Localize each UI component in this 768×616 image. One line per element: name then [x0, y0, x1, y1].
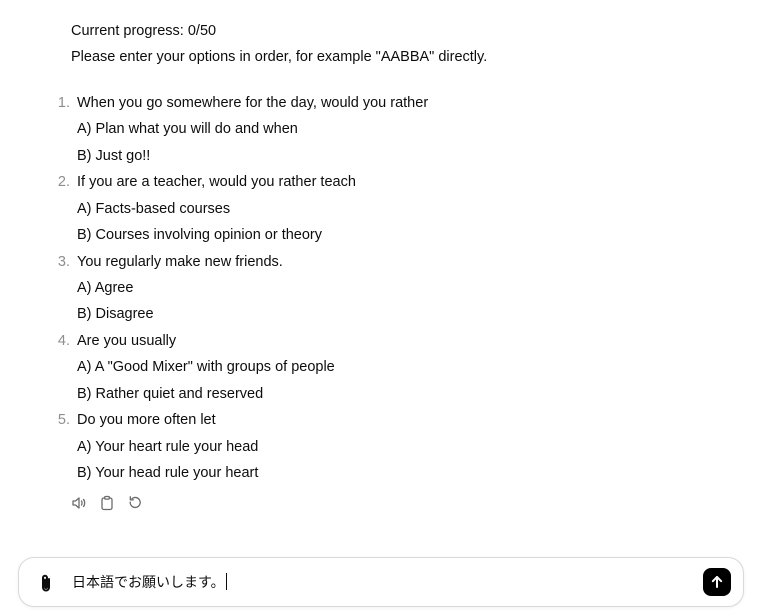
question-number: 5. [57, 412, 70, 428]
question-text: Are you usually [77, 333, 177, 349]
question-number: 1. [57, 95, 70, 111]
question-number: 4. [57, 333, 70, 349]
option-b: B) Courses involving opinion or theory [77, 227, 323, 243]
text-caret [225, 573, 227, 590]
question-text: You regularly make new friends. [77, 254, 283, 270]
option-a: A) Your heart rule your head [77, 439, 259, 455]
send-arrow-icon [711, 576, 723, 588]
message-input[interactable]: 日本語でお願いします。 [72, 573, 227, 593]
message-actions [70, 494, 144, 512]
regenerate-icon[interactable] [126, 494, 144, 512]
send-button[interactable] [703, 568, 731, 596]
option-b: B) Rather quiet and reserved [77, 386, 264, 402]
message-composer: 日本語でお願いします。 [18, 557, 744, 607]
progress-text: Current progress: 0/50 [71, 23, 217, 39]
question-number: 3. [57, 254, 70, 270]
option-a: A) A "Good Mixer" with groups of people [77, 359, 335, 375]
speaker-icon[interactable] [70, 494, 88, 512]
option-a: A) Agree [77, 280, 134, 296]
option-b: B) Disagree [77, 306, 154, 322]
question-text: If you are a teacher, would you rather t… [77, 174, 356, 190]
option-a: A) Facts-based courses [77, 201, 231, 217]
option-a: A) Plan what you will do and when [77, 121, 298, 137]
message-input-value: 日本語でお願いします。 [72, 575, 225, 591]
copy-icon[interactable] [98, 494, 116, 512]
paperclip-icon[interactable] [36, 572, 56, 594]
question-text: Do you more often let [77, 412, 216, 428]
option-b: B) Your head rule your heart [77, 465, 259, 481]
chat-page: Current progress: 0/50 Please enter your… [0, 0, 768, 616]
question-number: 2. [57, 174, 70, 190]
question-text: When you go somewhere for the day, would… [77, 95, 429, 111]
instructions-text: Please enter your options in order, for … [71, 49, 488, 65]
option-b: B) Just go!! [77, 148, 151, 164]
